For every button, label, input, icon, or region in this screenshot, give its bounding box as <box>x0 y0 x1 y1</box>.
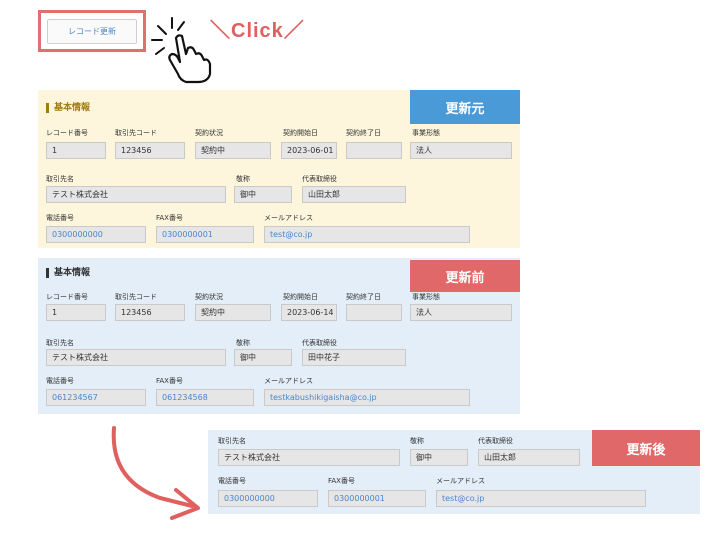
client-code-field[interactable]: 123456 <box>115 304 185 321</box>
representative-label: 代表取締役 <box>302 339 337 347</box>
representative-field[interactable]: 田中花子 <box>302 349 406 366</box>
contract-end-field[interactable] <box>346 142 402 159</box>
email-label: メールアドレス <box>264 377 313 385</box>
section-title: 基本情報 <box>46 103 90 113</box>
representative-label: 代表取締役 <box>302 175 337 183</box>
email-label: メールアドレス <box>264 214 313 222</box>
business-type-label: 事業形態 <box>412 293 440 301</box>
contract-end-label: 契約終了日 <box>346 129 381 137</box>
business-type-field[interactable]: 法人 <box>410 304 512 321</box>
section-title: 基本情報 <box>46 268 90 278</box>
contract-start-label: 契約開始日 <box>283 129 318 137</box>
contract-start-field[interactable]: 2023-06-14 <box>281 304 337 321</box>
client-name-label: 取引先名 <box>46 175 74 183</box>
contract-status-field[interactable]: 契約中 <box>195 142 271 159</box>
fax-field[interactable]: 061234568 <box>156 389 254 406</box>
phone-label: 電話番号 <box>46 377 74 385</box>
contract-start-label: 契約開始日 <box>283 293 318 301</box>
fax-label: FAX番号 <box>156 377 183 385</box>
record-no-field[interactable]: 1 <box>46 304 106 321</box>
honorific-label: 敬称 <box>236 175 250 183</box>
fax-label: FAX番号 <box>156 214 183 222</box>
pointing-hand-icon <box>151 17 212 84</box>
representative-field[interactable]: 山田太郎 <box>478 449 580 466</box>
phone-field[interactable]: 061234567 <box>46 389 146 406</box>
email-field[interactable]: testkabushikigaisha@co.jp <box>264 389 470 406</box>
after-record-panel: 取引先名 敬称 代表取締役 テスト株式会社 御中 山田太郎 電話番号 FAX番号… <box>208 430 700 514</box>
honorific-label: 敬称 <box>236 339 250 347</box>
contract-status-label: 契約状況 <box>195 129 223 137</box>
fax-field[interactable]: 0300000001 <box>156 226 254 243</box>
client-name-label: 取引先名 <box>218 437 246 445</box>
honorific-field[interactable]: 御中 <box>234 349 292 366</box>
email-label: メールアドレス <box>436 477 485 485</box>
fax-field[interactable]: 0300000001 <box>328 490 426 507</box>
honorific-label: 敬称 <box>410 437 424 445</box>
phone-label: 電話番号 <box>218 477 246 485</box>
click-annotation: ＼Click／ <box>210 20 305 42</box>
contract-status-label: 契約状況 <box>195 293 223 301</box>
source-record-panel: 更新元 基本情報 レコード番号 取引先コード 契約状況 契約開始日 契約終了日 … <box>38 90 520 248</box>
representative-field[interactable]: 山田太郎 <box>302 186 406 203</box>
representative-label: 代表取締役 <box>478 437 513 445</box>
honorific-field[interactable]: 御中 <box>410 449 468 466</box>
contract-end-field[interactable] <box>346 304 402 321</box>
client-name-field[interactable]: テスト株式会社 <box>218 449 400 466</box>
contract-end-label: 契約終了日 <box>346 293 381 301</box>
honorific-field[interactable]: 御中 <box>234 186 292 203</box>
record-no-label: レコード番号 <box>46 129 88 137</box>
client-code-label: 取引先コード <box>115 129 157 137</box>
curved-arrow-icon <box>111 426 200 520</box>
phone-field[interactable]: 0300000000 <box>46 226 146 243</box>
record-no-field[interactable]: 1 <box>46 142 106 159</box>
record-update-button[interactable]: レコード更新 <box>47 19 137 44</box>
email-field[interactable]: test@co.jp <box>264 226 470 243</box>
source-badge: 更新元 <box>410 90 520 124</box>
client-code-label: 取引先コード <box>115 293 157 301</box>
business-type-field[interactable]: 法人 <box>410 142 512 159</box>
client-name-field[interactable]: テスト株式会社 <box>46 349 226 366</box>
client-name-label: 取引先名 <box>46 339 74 347</box>
client-name-field[interactable]: テスト株式会社 <box>46 186 226 203</box>
email-field[interactable]: test@co.jp <box>436 490 646 507</box>
before-record-panel: 基本情報 レコード番号 取引先コード 契約状況 契約開始日 契約終了日 事業形態… <box>38 258 520 414</box>
client-code-field[interactable]: 123456 <box>115 142 185 159</box>
after-badge: 更新後 <box>592 430 700 466</box>
contract-start-field[interactable]: 2023-06-01 <box>281 142 337 159</box>
phone-field[interactable]: 0300000000 <box>218 490 318 507</box>
fax-label: FAX番号 <box>328 477 355 485</box>
highlight-frame: レコード更新 <box>38 10 146 52</box>
record-no-label: レコード番号 <box>46 293 88 301</box>
business-type-label: 事業形態 <box>412 129 440 137</box>
phone-label: 電話番号 <box>46 214 74 222</box>
before-badge: 更新前 <box>410 260 520 292</box>
contract-status-field[interactable]: 契約中 <box>195 304 271 321</box>
